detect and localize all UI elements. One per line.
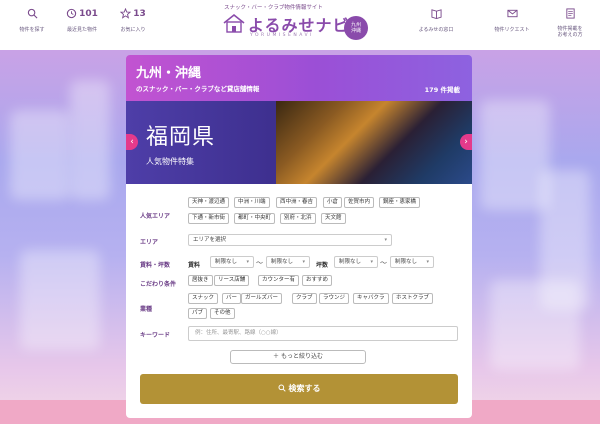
nav-label: お気に入り	[120, 27, 146, 33]
history-icon	[66, 8, 77, 21]
business-tag[interactable]: キャバクラ	[353, 293, 389, 304]
region-title: 九州・沖縄	[136, 66, 202, 81]
star-icon	[119, 7, 132, 21]
tsubo-max-select[interactable]: 制限なし ▾	[390, 256, 434, 268]
rent-min-select[interactable]: 制限なし ▾	[210, 256, 254, 268]
carousel-next-button[interactable]: ›	[460, 134, 472, 150]
tsubo-max-value: 制限なし	[395, 259, 418, 265]
area-tag[interactable]: 別府・北浜	[280, 213, 316, 224]
logo-tagline: スナック・バー・クラブ物件情報サイト	[224, 5, 323, 11]
search-button-label: 検索する	[288, 384, 321, 393]
document-icon	[540, 8, 600, 22]
area-tag[interactable]: 小倉	[323, 197, 343, 208]
rent-max-value: 制限なし	[271, 259, 294, 265]
area-tag[interactable]: 天神・渡辺通	[188, 197, 230, 208]
rent-row-label: 賃料・坪数	[140, 262, 171, 269]
favorites-count: 13	[133, 9, 146, 19]
mail-icon	[482, 8, 542, 22]
conditions-label: こだわり条件	[140, 281, 177, 288]
condition-tag[interactable]: リース店舗	[214, 275, 250, 286]
book-icon	[406, 8, 466, 22]
condition-tag[interactable]: 居抜き	[188, 275, 213, 286]
area-tag[interactable]: 下通・新市街	[188, 213, 230, 224]
area-tag[interactable]: 都町・中央町	[234, 213, 276, 224]
feature-photo	[276, 101, 472, 184]
nav-label: 物件掲載を お考えの方	[557, 26, 583, 38]
business-tag[interactable]: ホストクラブ	[392, 293, 434, 304]
business-label: 業種	[140, 306, 153, 313]
area-tag[interactable]: 天文館	[321, 213, 346, 224]
nav-listing-info[interactable]: 物件掲載を お考えの方	[540, 8, 600, 38]
more-filters-button[interactable]: ＋ もっと絞り込む	[230, 350, 366, 364]
chevron-down-icon: ▾	[384, 237, 387, 243]
chevron-down-icon: ▾	[246, 259, 249, 265]
range-separator: 〜	[256, 259, 263, 267]
region-banner: 九州・沖縄 のスナック・バー・クラブなど貸店舗情報 179 件掲載	[126, 55, 472, 101]
search-button[interactable]: 検索する	[140, 374, 458, 404]
chevron-down-icon: ▾	[426, 259, 429, 265]
area-label: エリア	[140, 239, 159, 246]
nav-label: よるみせの窓口	[418, 27, 454, 33]
condition-tag[interactable]: おすすめ	[302, 275, 333, 286]
business-tag[interactable]: その他	[210, 308, 235, 319]
rent-min-value: 制限なし	[215, 259, 238, 265]
business-tag[interactable]: パブ	[188, 308, 208, 319]
site-header: 物件を探す 101 最近見た物件 13 お気に入り スナック・バー・クラブ物件情…	[0, 0, 600, 50]
chevron-down-icon: ▾	[302, 259, 305, 265]
tsubo-label: 坪数	[316, 262, 329, 269]
range-separator: 〜	[380, 259, 387, 267]
business-tag[interactable]: ラウンジ	[319, 293, 350, 304]
nav-label: 物件リクエスト	[494, 27, 530, 33]
search-icon	[278, 384, 289, 393]
feature-subtitle: 人気物件特集	[146, 157, 194, 166]
business-tag[interactable]: クラブ	[292, 293, 317, 304]
recent-count: 101	[79, 9, 98, 19]
area-select-value: エリアを選択	[193, 237, 227, 243]
house-icon	[222, 13, 246, 35]
business-tag[interactable]: ガールズバー	[241, 293, 283, 304]
keyword-input[interactable]: 例：住所、最寄駅、路線（○○線）	[188, 326, 458, 341]
tsubo-min-value: 制限なし	[339, 259, 362, 265]
business-tag[interactable]: バー	[222, 293, 242, 304]
tsubo-min-select[interactable]: 制限なし ▾	[334, 256, 378, 268]
condition-tag[interactable]: カウンター有	[258, 275, 300, 286]
area-tag[interactable]: 中洲・川端	[234, 197, 270, 208]
business-tag[interactable]: スナック	[188, 293, 219, 304]
area-tag[interactable]: 佐賀市内	[344, 197, 375, 208]
search-panel: 人気エリア 天神・渡辺通 中洲・川端 西中洲・春吉 小倉 佐賀市内 鋼座・恵家橋…	[126, 184, 472, 418]
site-logo[interactable]: スナック・バー・クラブ物件情報サイト よるみせナビ YORUMISENAVI 九…	[218, 3, 388, 47]
keyword-label: キーワード	[140, 332, 171, 339]
region-badge: 九州 沖縄	[344, 16, 368, 40]
region-subtitle: のスナック・バー・クラブなど貸店舗情報	[136, 85, 260, 93]
listing-count: 179 件掲載	[424, 86, 460, 94]
rent-max-select[interactable]: 制限なし ▾	[266, 256, 310, 268]
feature-title: 福岡県	[146, 125, 216, 150]
logo-romaji: YORUMISENAVI	[250, 33, 314, 38]
area-tag[interactable]: 鋼座・恵家橋	[379, 197, 421, 208]
area-tag[interactable]: 西中洲・春吉	[276, 197, 318, 208]
nav-yorumise-window[interactable]: よるみせの窓口	[406, 8, 466, 33]
area-select[interactable]: エリアを選択 ▾	[188, 234, 392, 246]
nav-favorites[interactable]: 13 お気に入り	[103, 7, 163, 33]
chevron-down-icon: ▾	[370, 259, 373, 265]
nav-property-request[interactable]: 物件リクエスト	[482, 8, 542, 33]
popular-area-label: 人気エリア	[140, 213, 171, 220]
feature-banner[interactable]: 福岡県 人気物件特集	[126, 101, 472, 184]
rent-label: 賃料	[188, 262, 201, 269]
